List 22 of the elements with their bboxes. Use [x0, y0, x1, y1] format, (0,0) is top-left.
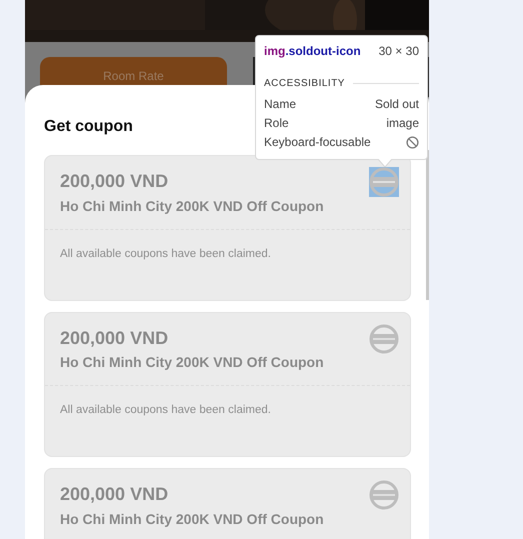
coupon-amount: 200,000 VND [60, 171, 170, 193]
coupon-name: Ho Chi Minh City 200K VND Off Coupon [60, 353, 325, 372]
property-value: image [386, 115, 419, 132]
coupon-message: All available coupons have been claimed. [60, 246, 272, 262]
element-selector: img.soldout-icon [264, 43, 361, 60]
sheet-title: Get coupon [44, 117, 133, 137]
coupon-amount: 200,000 VND [60, 328, 170, 350]
room-rate-button[interactable]: Room Rate [40, 57, 227, 85]
section-heading: ACCESSIBILITY [264, 77, 345, 91]
coupon-amount: 200,000 VND [60, 484, 170, 506]
coupon-card[interactable]: 200,000 VND Ho Chi Minh City 200K VND Off Coupon All available coupons have been claimed. [44, 312, 411, 458]
coupon-name: Ho Chi Minh City 200K VND Off Coupon [60, 196, 325, 216]
coupon-card[interactable]: 200,000 VND Ho Chi Minh City 200K VND Off Coupon [44, 468, 411, 539]
coupon-card[interactable]: 200,000 VND Ho Chi Minh City 200K VND Off Coupon All available coupons have been claimed. [44, 155, 411, 301]
property-label: Keyboard-focusable [264, 134, 371, 151]
scrollbar[interactable] [426, 150, 429, 300]
element-size: 30 × 30 [378, 43, 419, 60]
coupon-message: All available coupons have been claimed. [60, 403, 272, 418]
property-label: Role [264, 115, 289, 132]
coupon-name: Ho Chi Minh City 200K VND Off Coupon [60, 510, 325, 529]
property-label: Name [264, 96, 296, 113]
property-value: Sold out [374, 96, 419, 113]
